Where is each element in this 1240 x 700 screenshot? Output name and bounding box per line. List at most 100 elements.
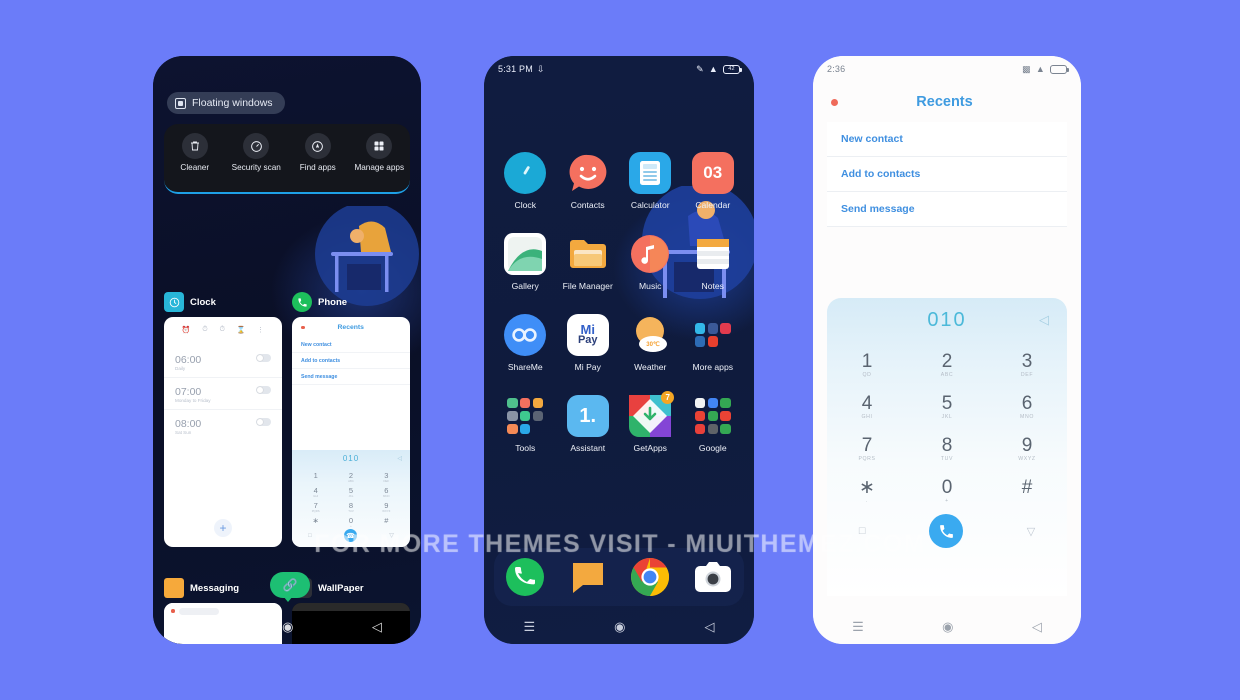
mini-key[interactable]: 7 PQRS (298, 499, 333, 513)
app-music[interactable]: Music (619, 233, 682, 291)
alarm-sub: Monday to Friday (175, 398, 211, 403)
dialer-header: Recents (813, 82, 1081, 122)
back-icon[interactable]: ◁ (705, 619, 715, 635)
home-icon[interactable]: ◉ (614, 619, 625, 635)
app-label: ShareMe (507, 362, 543, 372)
app-calendar[interactable]: 03 Calendar (682, 152, 745, 210)
app-file-manager[interactable]: File Manager (557, 233, 620, 291)
menu-icon[interactable]: ☰ (852, 619, 864, 635)
back-icon[interactable]: ◁ (372, 619, 382, 635)
tab-stopwatch[interactable]: ⌛ (237, 326, 246, 334)
floating-windows-label: Floating windows (192, 97, 273, 109)
action-new-contact[interactable]: New contact (827, 122, 1067, 157)
dialpad-key-3[interactable]: 3 DEF (987, 342, 1067, 384)
app-notes[interactable]: Notes (682, 233, 745, 291)
dialpad-key-5[interactable]: 5 JKL (907, 384, 987, 426)
home-icon[interactable]: ◉ (942, 619, 953, 635)
app-contacts[interactable]: Contacts (557, 152, 620, 210)
alarm-toggle[interactable] (256, 354, 271, 362)
call-icon[interactable] (929, 514, 964, 548)
mini-action[interactable]: Send message (292, 369, 410, 385)
link-bubble-icon[interactable]: 🔗 (270, 572, 310, 602)
app-label: Notes (701, 281, 724, 291)
app-tools-folder[interactable]: Tools (494, 395, 557, 453)
hide-icon[interactable]: ▽ (1027, 525, 1035, 538)
app-getapps[interactable]: 7 GetApps (619, 391, 682, 453)
add-alarm-button[interactable]: + (214, 519, 232, 537)
dock-phone[interactable] (505, 557, 545, 597)
menu-icon[interactable]: ☰ (192, 619, 204, 635)
mini-action[interactable]: New contact (292, 337, 410, 353)
app-assistant[interactable]: 1. Assistant (557, 395, 620, 453)
app-shareme[interactable]: ShareMe (494, 314, 557, 372)
app-calculator[interactable]: Calculator (619, 152, 682, 210)
tab-alarm[interactable]: ⏰ (182, 326, 191, 334)
mini-action[interactable]: Add to contacts (292, 353, 410, 369)
search-apps-icon (304, 133, 331, 159)
dialpad-key-hash[interactable]: # (987, 468, 1067, 510)
dock-messaging[interactable] (568, 557, 608, 597)
keypad-square-icon[interactable]: □ (859, 525, 866, 537)
alarm-row[interactable]: 08:00 Sat Sun (164, 410, 282, 441)
mini-key[interactable]: ∗ (298, 514, 333, 528)
dialpad-key-8[interactable]: 8 TUV (907, 426, 987, 468)
mini-key[interactable]: 9 WXYZ (369, 499, 404, 513)
back-icon[interactable]: ◁ (1032, 619, 1042, 635)
dialpad-key-0[interactable]: 0 + (907, 468, 987, 510)
mini-key[interactable]: # (369, 514, 404, 528)
quick-action-find-apps[interactable]: Find apps (288, 133, 348, 173)
messaging-icon (164, 578, 184, 598)
mini-key[interactable]: 5 JKL (333, 484, 368, 498)
app-more-apps-folder[interactable]: More apps (682, 314, 745, 372)
mini-key[interactable]: 0 + (333, 514, 368, 528)
task-card-clock[interactable]: Clock ⏰ ⏱ ⏱ ⌛ ⋮ 06:00 Daily 07:00 Monday… (164, 292, 282, 547)
app-mi-pay[interactable]: Mi Pay Mi Pay (557, 314, 620, 372)
keypad-square-icon[interactable]: □ (308, 533, 312, 539)
mini-key[interactable]: 3 DEF (369, 469, 404, 483)
alarm-toggle[interactable] (256, 418, 271, 426)
backspace-icon[interactable]: ◁ (397, 455, 402, 462)
mini-key[interactable]: 1 (298, 469, 333, 483)
floating-windows-pill[interactable]: Floating windows (167, 92, 285, 114)
mini-key[interactable]: 2 ABC (333, 469, 368, 483)
alarm-row[interactable]: 07:00 Monday to Friday (164, 378, 282, 410)
dialpad-key-2[interactable]: 2 ABC (907, 342, 987, 384)
home-navbar: ☰ ◉ ◁ (484, 610, 754, 644)
recents-screen: Floating windows Cleaner Security scan F… (153, 56, 421, 644)
home-icon[interactable]: ◉ (282, 619, 293, 635)
mini-key[interactable]: 4 GHI (298, 484, 333, 498)
tab-timer[interactable]: ⏱ (219, 326, 224, 334)
home-dock (494, 548, 744, 606)
dialpad-key-9[interactable]: 9 WXYZ (987, 426, 1067, 468)
phone-thumbnail[interactable]: Recents New contact Add to contacts Send… (292, 317, 410, 547)
alarm-toggle[interactable] (256, 386, 271, 394)
app-gallery[interactable]: Gallery (494, 233, 557, 291)
task-card-phone[interactable]: Phone Recents New contact Add to contact… (292, 292, 410, 547)
dialpad-key-6[interactable]: 6 MNO (987, 384, 1067, 426)
app-google-folder[interactable]: Google (682, 395, 745, 453)
dialpad-key-star[interactable]: ∗. (827, 468, 907, 510)
mini-key[interactable]: 8 TUV (333, 499, 368, 513)
dock-camera[interactable] (693, 557, 733, 597)
tab-clock[interactable]: ⏱ (202, 326, 207, 334)
quick-action-manage-apps[interactable]: Manage apps (349, 133, 409, 173)
action-add-to-contacts[interactable]: Add to contacts (827, 157, 1067, 192)
dialpad-key-4[interactable]: 4 GHI (827, 384, 907, 426)
menu-icon[interactable]: ☰ (524, 619, 536, 635)
alarm-row[interactable]: 06:00 Daily (164, 346, 282, 378)
dialpad-key-7[interactable]: 7 PQRS (827, 426, 907, 468)
clock-thumbnail[interactable]: ⏰ ⏱ ⏱ ⌛ ⋮ 06:00 Daily 07:00 Monday to Fr… (164, 317, 282, 547)
mini-key[interactable]: 6 MNO (369, 484, 404, 498)
quick-action-cleaner[interactable]: Cleaner (165, 133, 225, 173)
call-icon[interactable]: ☎ (344, 529, 357, 542)
dock-browser[interactable] (630, 557, 670, 597)
quick-action-security-scan[interactable]: Security scan (226, 133, 286, 173)
action-send-message[interactable]: Send message (827, 192, 1067, 227)
app-weather[interactable]: 30℃ Weather (619, 314, 682, 372)
tab-more[interactable]: ⋮ (257, 326, 264, 334)
backspace-icon[interactable]: ◁ (1039, 312, 1049, 328)
hide-icon[interactable]: ▽ (389, 532, 394, 539)
app-clock[interactable]: Clock (494, 152, 557, 210)
task-header: Clock (164, 292, 282, 312)
dialpad-key-1[interactable]: 1 QD (827, 342, 907, 384)
